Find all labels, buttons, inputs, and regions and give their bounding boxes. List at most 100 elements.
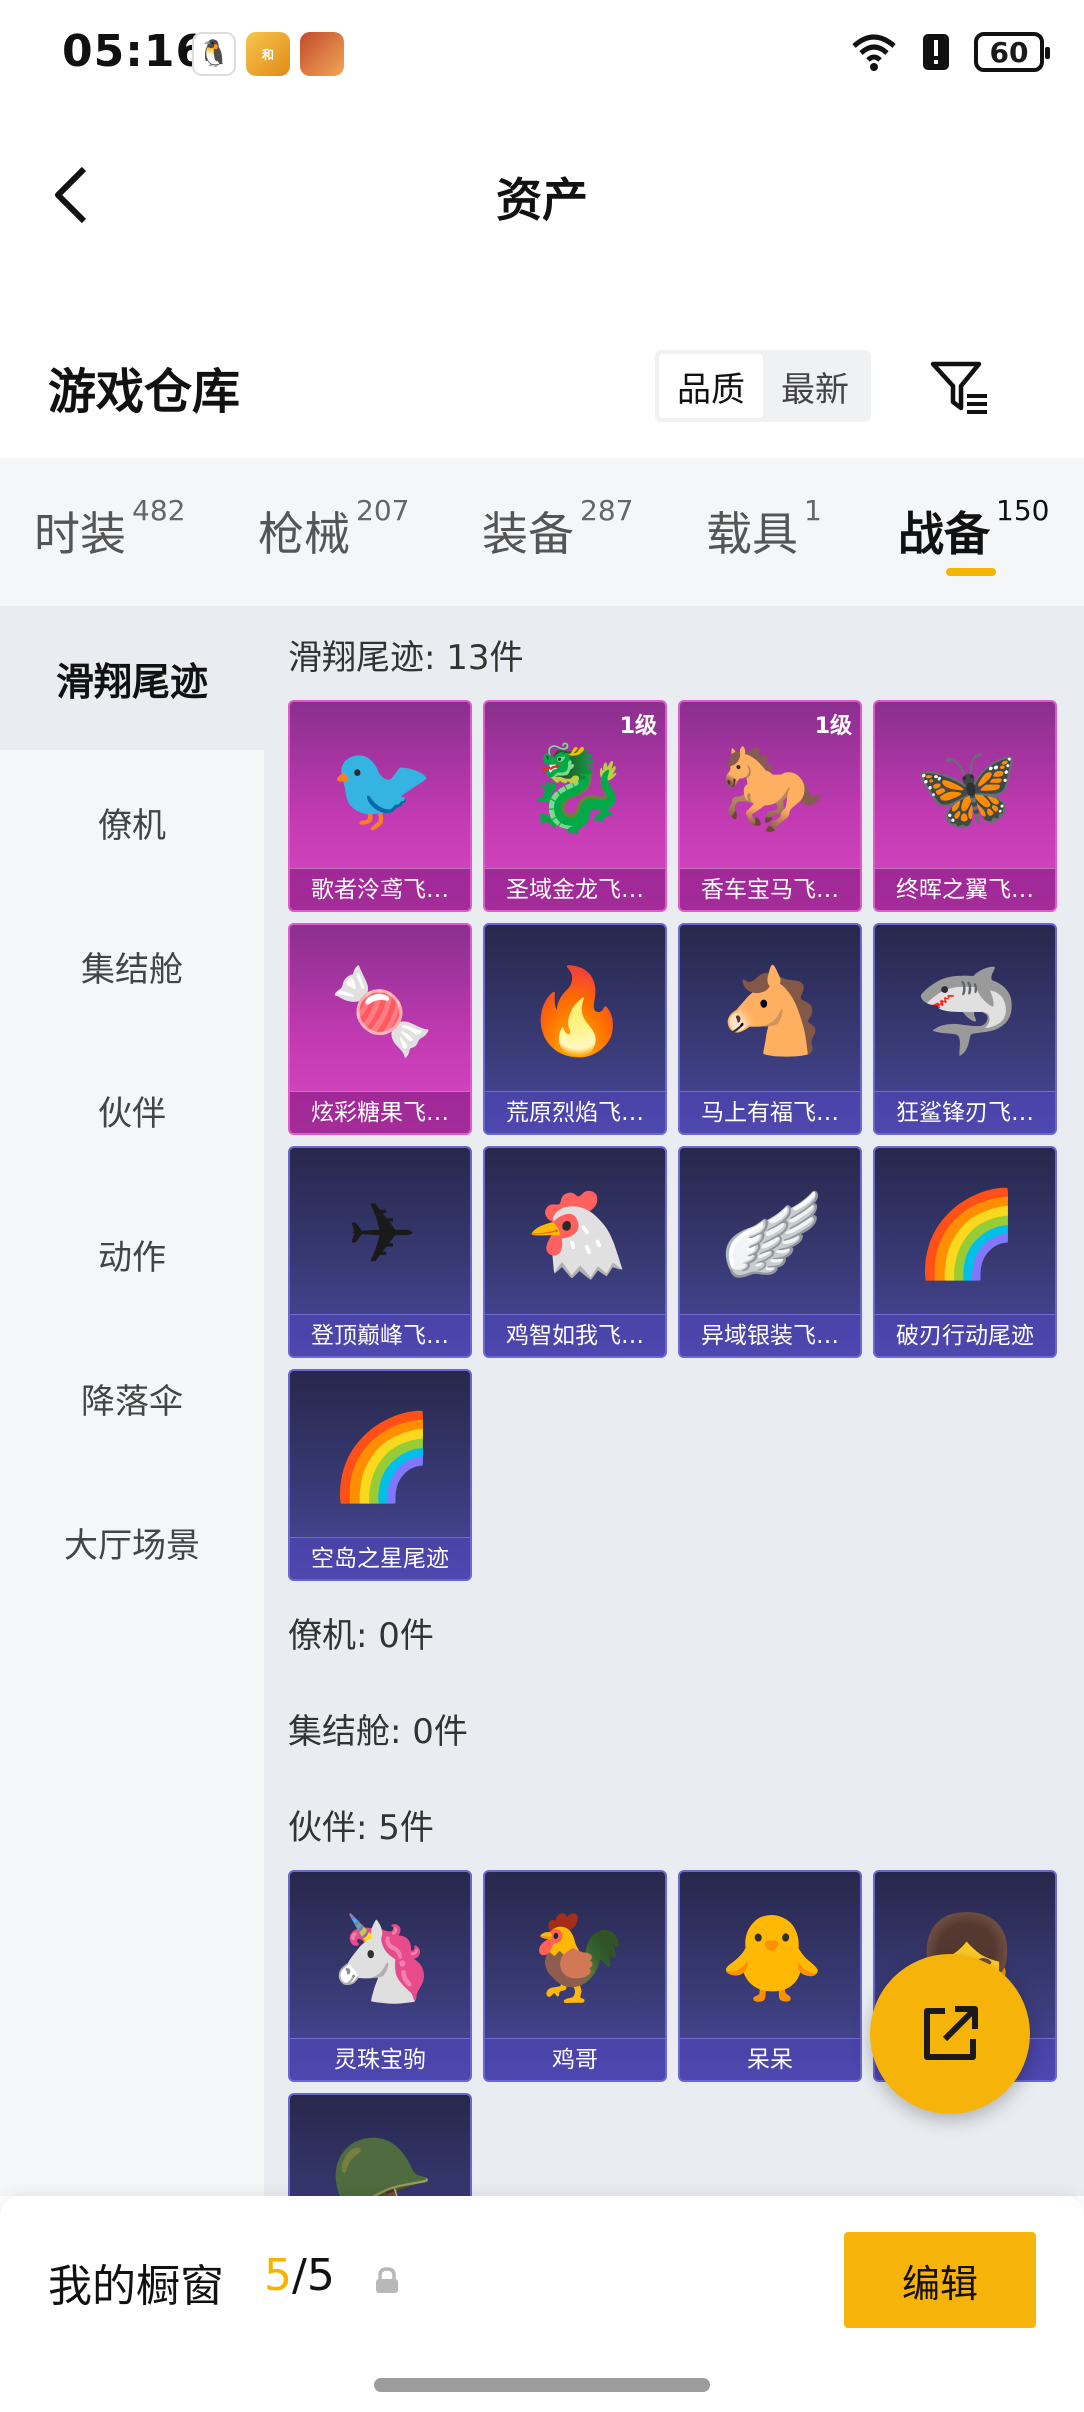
warehouse-title: 游戏仓库: [48, 364, 241, 420]
level-badge: 1级: [814, 714, 852, 739]
section-title-pod: 集结舱: 0件: [288, 1712, 468, 1752]
flame-craft-icon: 🔥: [524, 961, 630, 1060]
sidebar-item-glide-trail[interactable]: 滑翔尾迹: [0, 606, 264, 750]
item-card[interactable]: 🪖: [288, 2093, 472, 2196]
silver-wing-icon: 🪽: [719, 1184, 825, 1283]
tab-count: 207: [356, 494, 410, 527]
status-bar: 05:16 🐧 和 60: [0, 0, 1084, 110]
item-card[interactable]: 🐥 呆呆: [678, 1870, 862, 2082]
tab-guns[interactable]: 枪械 207: [258, 494, 409, 564]
sort-newest-button[interactable]: 最新: [763, 354, 867, 418]
sidebar-item-parachute[interactable]: 降落伞: [0, 1326, 264, 1470]
item-card[interactable]: 🌈 空岛之星尾迹: [288, 1369, 472, 1581]
sort-quality-button[interactable]: 品质: [659, 354, 763, 418]
tab-combat-gear[interactable]: 战备 150: [898, 494, 1049, 564]
showcase-total: /5: [292, 2250, 335, 2301]
item-card[interactable]: 🔥 荒原烈焰飞…: [483, 923, 667, 1135]
sort-toggle: 品质 最新: [655, 350, 871, 422]
item-card[interactable]: 🐴 马上有福飞…: [678, 923, 862, 1135]
item-label: 登顶巅峰飞…: [290, 1314, 470, 1356]
home-indicator[interactable]: [374, 2378, 710, 2392]
item-label: 荒原烈焰飞…: [485, 1091, 665, 1133]
item-card[interactable]: 🐓 鸡哥: [483, 1870, 667, 2082]
section-title-partner: 伙伴: 5件: [288, 1808, 434, 1848]
item-card[interactable]: ✈ 登顶巅峰飞…: [288, 1146, 472, 1358]
item-label: 异域银装飞…: [680, 1314, 860, 1356]
sidebar-item-lobby-scene[interactable]: 大厅场景: [0, 1470, 264, 1614]
pony-white-icon: 🦄: [329, 1908, 435, 2007]
red-bird-icon: 🐦: [329, 738, 435, 837]
shark-jet-icon: 🦈: [914, 961, 1020, 1060]
item-card[interactable]: 🐎 1级 香车宝马飞…: [678, 700, 862, 912]
showcase-count: 5/5: [264, 2250, 335, 2301]
filter-button[interactable]: [925, 355, 995, 421]
tab-count: 482: [132, 494, 186, 527]
tab-vehicles[interactable]: 载具 1: [706, 494, 822, 564]
item-label: 终晖之翼飞…: [875, 868, 1055, 910]
item-label: 歌者泠鸢飞…: [290, 868, 470, 910]
item-card[interactable]: 🦋 终晖之翼飞…: [873, 700, 1057, 912]
tab-count: 1: [804, 494, 822, 527]
notification-icons: 🐧 和: [192, 32, 344, 76]
chicken-cool-icon: 🐓: [524, 1908, 630, 2007]
item-card[interactable]: 🦄 灵珠宝驹: [288, 1870, 472, 2082]
tab-count: 287: [580, 494, 634, 527]
top-nav: 资产: [0, 140, 1084, 250]
item-card[interactable]: 🌈 破刃行动尾迹: [873, 1146, 1057, 1358]
system-icons: 60: [850, 30, 1050, 74]
section-title-wingman: 僚机: 0件: [288, 1616, 434, 1656]
item-card[interactable]: 🪽 异域银装飞…: [678, 1146, 862, 1358]
game-app-icon: 和: [246, 32, 290, 76]
item-card[interactable]: 🐉 1级 圣域金龙飞…: [483, 700, 667, 912]
tab-label: 载具: [706, 507, 798, 561]
tab-label: 战备: [898, 507, 990, 561]
filter-icon: [930, 361, 987, 414]
tab-label: 时装: [34, 507, 126, 561]
qq-icon: 🐧: [192, 32, 236, 76]
tab-label: 装备: [482, 507, 574, 561]
glider-white-icon: ✈: [346, 1185, 418, 1283]
share-icon: [924, 2006, 978, 2060]
tab-label: 枪械: [258, 507, 350, 561]
tab-count: 150: [996, 494, 1050, 527]
battery-icon: 60: [974, 32, 1050, 72]
rainbow-trail-icon: 🌈: [914, 1184, 1020, 1283]
item-card[interactable]: 🦈 狂鲨锋刃飞…: [873, 923, 1057, 1135]
item-label: 香车宝马飞…: [680, 868, 860, 910]
item-card[interactable]: 🐔 鸡智如我飞…: [483, 1146, 667, 1358]
edit-button[interactable]: 编辑: [844, 2232, 1036, 2328]
item-card[interactable]: 🍬 炫彩糖果飞…: [288, 923, 472, 1135]
share-button[interactable]: [870, 1954, 1030, 2114]
item-label: 马上有福飞…: [680, 1091, 860, 1133]
item-label: 空岛之星尾迹: [290, 1537, 470, 1579]
item-label: 鸡哥: [485, 2038, 665, 2080]
game-app-icon-2: [300, 32, 344, 76]
item-label: 鸡智如我飞…: [485, 1314, 665, 1356]
star-trail-icon: 🌈: [329, 1407, 435, 1506]
level-badge: 1级: [619, 714, 657, 739]
showcase-title: 我的橱窗: [48, 2261, 224, 2312]
sidebar-item-emote[interactable]: 动作: [0, 1182, 264, 1326]
sidebar: 滑翔尾迹 僚机 集结舱 伙伴 动作 降落伞 大厅场景: [0, 606, 264, 2196]
section-title-glide: 滑翔尾迹: 13件: [288, 638, 524, 678]
alert-icon: [912, 30, 960, 74]
sidebar-item-wingman[interactable]: 僚机: [0, 750, 264, 894]
sidebar-item-partner[interactable]: 伙伴: [0, 1038, 264, 1182]
wings-icon: 🦋: [914, 738, 1020, 837]
candy-icon: 🍬: [329, 961, 435, 1060]
battery-level: 60: [989, 35, 1029, 69]
item-card[interactable]: 🐦 歌者泠鸢飞…: [288, 700, 472, 912]
showcase-current: 5: [264, 2250, 292, 2301]
item-label: 狂鲨锋刃飞…: [875, 1091, 1055, 1133]
active-tab-indicator: [946, 568, 996, 576]
helmet-chicken-icon: 🪖: [329, 2131, 435, 2197]
category-tabs: 时装 482 枪械 207 装备 287 载具 1 战备 150: [0, 458, 1084, 606]
showcase-bar: 我的橱窗 5/5 编辑: [0, 2196, 1084, 2412]
tab-equipment[interactable]: 装备 287: [482, 494, 633, 564]
chick-icon: 🐥: [719, 1908, 825, 2007]
item-label: 炫彩糖果飞…: [290, 1091, 470, 1133]
tab-fashion[interactable]: 时装 482: [34, 494, 185, 564]
sidebar-item-pod[interactable]: 集结舱: [0, 894, 264, 1038]
item-label: 灵珠宝驹: [290, 2038, 470, 2080]
pony-icon: 🐴: [719, 961, 825, 1060]
